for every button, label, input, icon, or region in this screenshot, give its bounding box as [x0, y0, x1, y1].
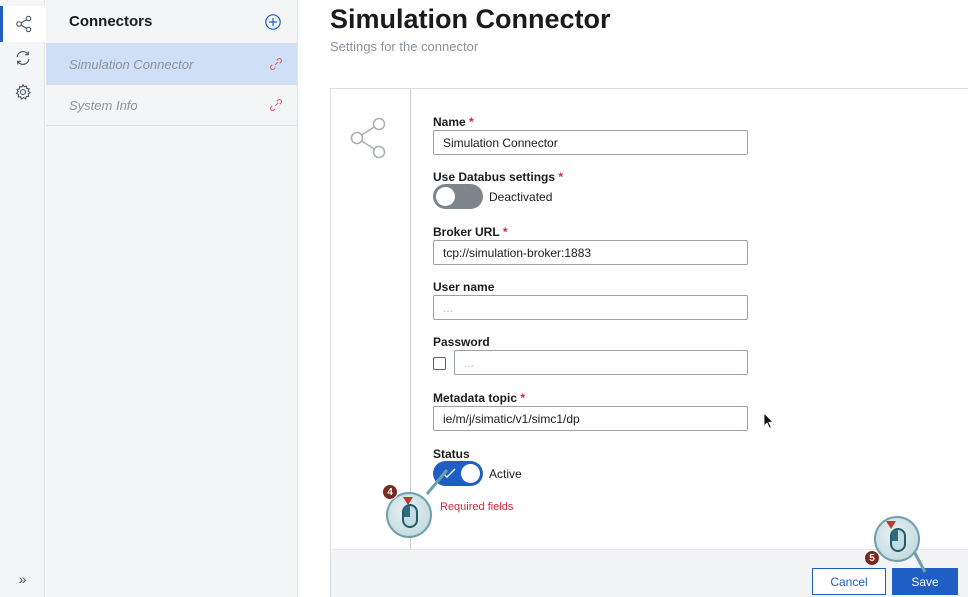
toggle-knob — [436, 187, 455, 206]
expand-label: » — [18, 571, 27, 587]
user-name-field[interactable] — [433, 295, 748, 320]
link-icon — [269, 57, 283, 71]
password-label: Password — [433, 335, 490, 349]
databus-label: Use Databus settings * — [433, 170, 564, 184]
chevron-double-right-icon[interactable]: » — [0, 561, 45, 597]
icon-rail: » — [0, 0, 45, 597]
broker-url-field[interactable] — [433, 240, 748, 265]
card-icon-column — [331, 89, 411, 549]
page-title: Simulation Connector — [330, 4, 611, 34]
name-label: Name * — [433, 115, 474, 129]
required-fields-note: Required fields — [440, 501, 514, 513]
databus-state: Deactivated — [489, 190, 553, 204]
status-state: Active — [489, 467, 522, 481]
connectors-title: Connectors — [69, 13, 153, 30]
share-icon — [350, 117, 386, 159]
click-indicator — [403, 497, 413, 505]
cancel-button[interactable]: Cancel — [812, 568, 886, 595]
sync-icon[interactable] — [0, 40, 45, 76]
connector-item-simulation[interactable]: Simulation Connector — [46, 44, 297, 85]
metadata-topic-label: Metadata topic * — [433, 391, 526, 405]
connector-item-label: System Info — [69, 97, 138, 113]
step-badge: 4 — [382, 484, 398, 500]
metadata-topic-field[interactable] — [433, 406, 748, 431]
databus-toggle[interactable] — [433, 184, 483, 209]
share-icon[interactable] — [0, 6, 45, 42]
mouse-pointer-icon — [763, 412, 774, 429]
toggle-knob — [461, 464, 480, 483]
status-label: Status — [433, 447, 470, 461]
page-subtitle: Settings for the connector — [330, 39, 479, 54]
show-password-checkbox[interactable] — [433, 357, 446, 370]
password-field[interactable] — [454, 350, 748, 375]
step-badge: 5 — [864, 550, 880, 566]
mouse-click-icon — [874, 516, 920, 562]
connector-item-system-info[interactable]: System Info — [46, 85, 297, 126]
broker-url-label: Broker URL * — [433, 225, 508, 239]
gear-icon[interactable] — [0, 74, 45, 110]
name-field[interactable] — [433, 130, 748, 155]
connector-item-label: Simulation Connector — [69, 56, 194, 72]
link-icon — [269, 98, 283, 112]
connectors-header: Connectors — [46, 0, 297, 44]
marker-pointer — [425, 469, 449, 495]
add-circle-icon[interactable] — [263, 12, 283, 32]
user-name-label: User name — [433, 280, 495, 294]
connectors-pane: Connectors Simulation Connector System I… — [46, 0, 298, 597]
click-indicator — [886, 521, 896, 529]
